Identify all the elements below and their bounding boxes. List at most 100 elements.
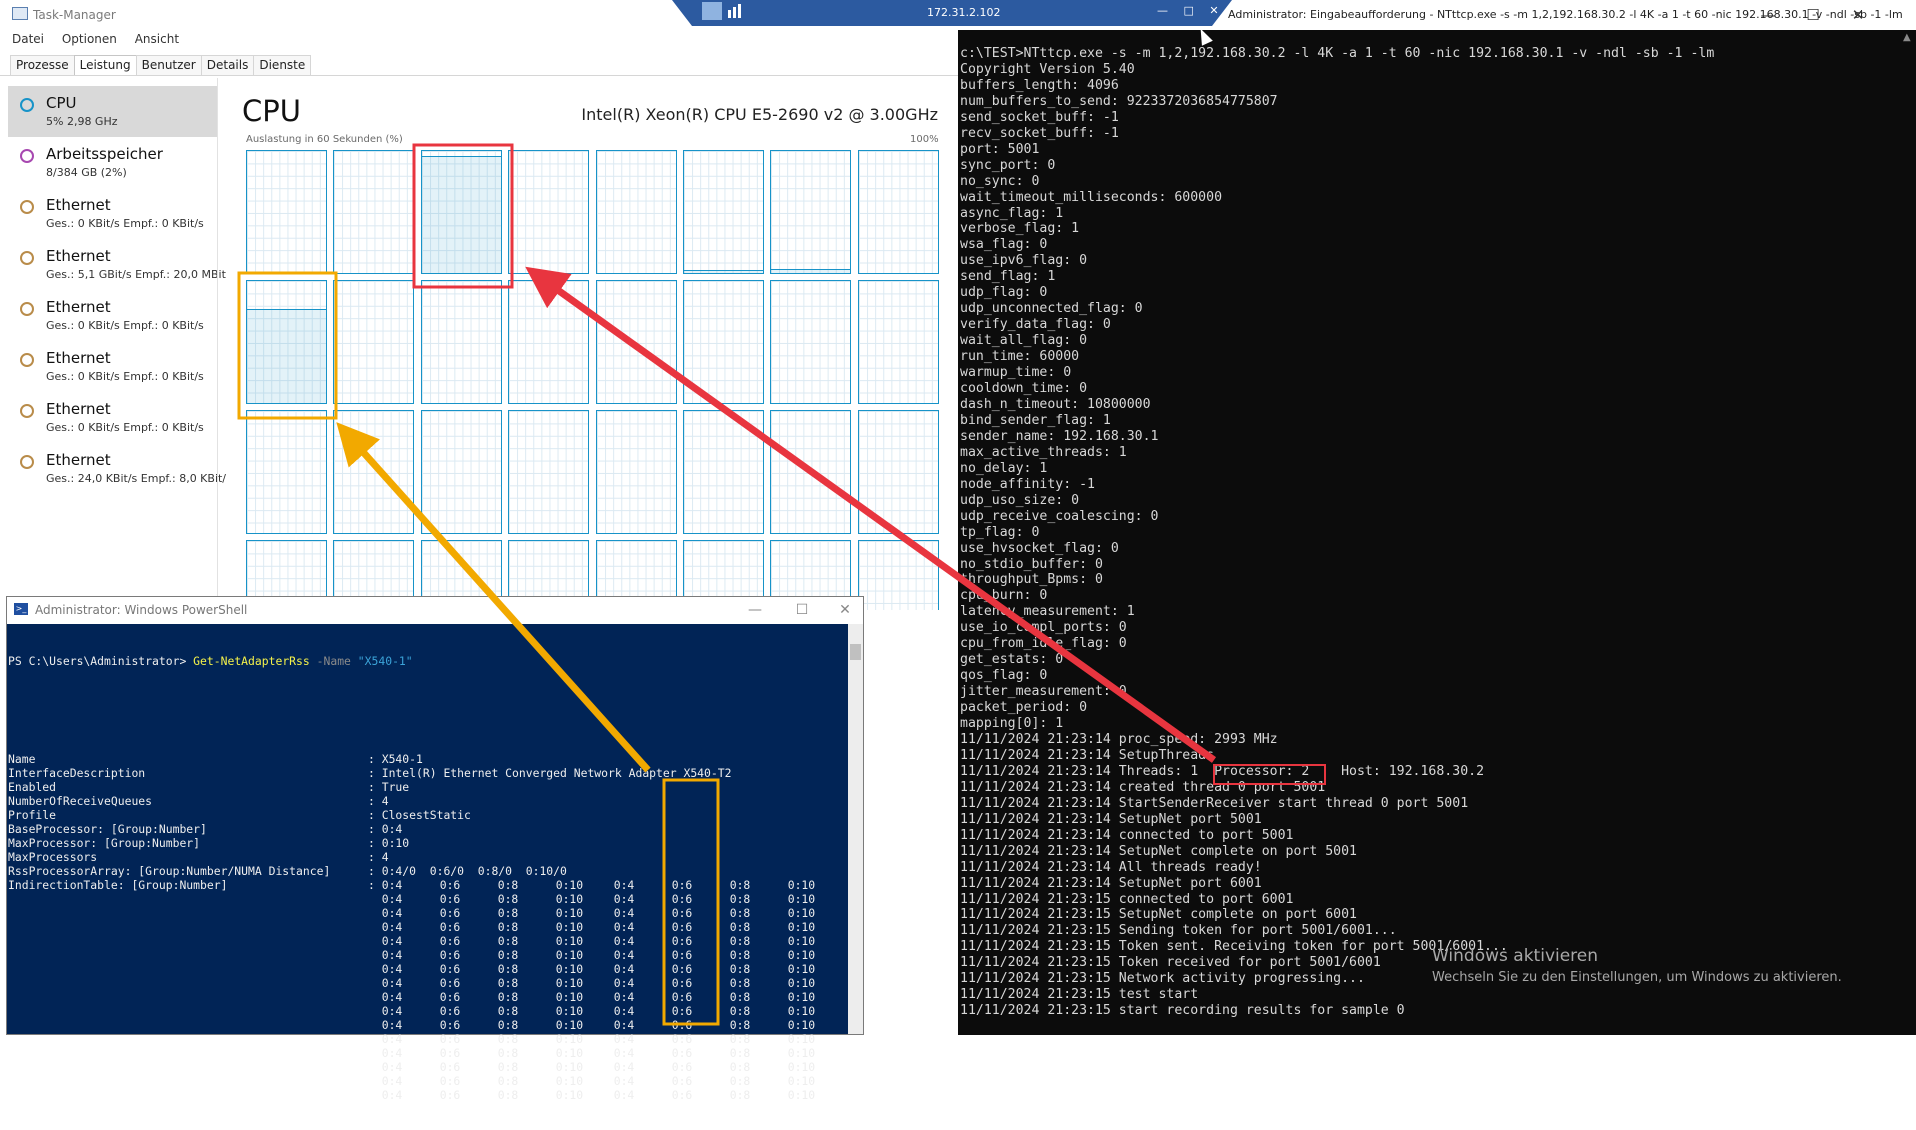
ps-indirection-row: 0:4 0:6 0:8 0:10 0:4 0:6 0:8 0:10 [8,1046,838,1060]
ps-property-key: RssProcessorArray: [Group:Number/NUMA Di… [8,864,331,878]
ps-indirection-cell: 0:6 [439,1046,461,1060]
powershell-titlebar: >_ Administrator: Windows PowerShell — ☐… [7,597,863,624]
ps-indirection-cell: 0:8 [729,892,751,906]
console-line: send_socket_buff: -1 [960,109,1119,125]
console-line: async_flag: 1 [960,205,1064,221]
tab-details[interactable]: Details [200,55,255,75]
performance-sidebar: CPU 5% 2,98 GHz Arbeitsspeicher 8/384 GB (2… [8,86,226,494]
cpu-core-graph [857,280,939,404]
powershell-output[interactable]: PS C:\Users\Administrator> Get-NetAdapte… [8,626,838,1130]
ps-indirection-cell: 0:6 [671,906,693,920]
ps-indirection-cell: 0:6 [439,906,461,920]
remote-desktop-bar[interactable]: 172.31.2.102 — □ ✕ [672,0,1232,26]
sidebar-item-ethernet[interactable]: Ethernet Ges.: 5,1 GBit/s Empf.: 20,0 MBi… [8,239,226,290]
cpu-core-graph [333,150,415,274]
menu-ansicht[interactable]: Ansicht [135,32,179,46]
console-line: warmup_time: 0 [960,365,1072,381]
console-line: verbose_flag: 1 [960,221,1080,237]
ps-maximize-button[interactable]: ☐ [782,599,822,621]
console-line: udp_receive_coalescing: 0 [960,508,1159,524]
rdp-window-buttons[interactable]: — □ ✕ [1157,4,1225,17]
sidebar-item-ethernet[interactable]: Ethernet Ges.: 24,0 KBit/s Empf.: 8,0 KBi… [8,443,226,494]
console-line: cpu_burn: 0 [960,588,1048,604]
sidebar-item-sub: Ges.: 0 KBit/s Empf.: 0 KBit/s [46,217,204,230]
console-line: port: 5001 [960,141,1040,157]
console-line: packet_period: 0 [960,700,1088,716]
cpu-core-graph-grid [246,150,939,610]
ps-indirection-cell: 0:4 [381,962,403,976]
sidebar-item-sub: 8/384 GB (2%) [46,166,127,179]
ps-colon [368,1004,382,1018]
ps-indirection-cell: 0:6 [439,878,461,892]
ps-property-row: Profile: ClosestStatic [8,808,838,822]
ps-property-key: IndirectionTable: [Group:Number] [8,878,228,892]
ps-minimize-button[interactable]: — [735,599,775,621]
status-circle-icon [20,98,34,112]
ps-indirection-cell: 0:4 [381,1088,403,1102]
ps-indirection-row: 0:4 0:6 0:8 0:10 0:4 0:6 0:8 0:10 [8,934,838,948]
console-line: 11/11/2024 21:23:15 test start [960,987,1199,1003]
ps-indirection-cell: 0:4 [613,878,635,892]
menu-datei[interactable]: Datei [12,32,44,46]
ps-indirection-cell: 0:8 [729,976,751,990]
tab-benutzer[interactable]: Benutzer [135,55,202,75]
ps-indirection-cell: 0:8 [497,934,519,948]
cpu-core-graph [420,410,502,534]
console-line: 11/11/2024 21:23:14 Threads: 1 Processor… [960,763,1485,779]
sidebar-item-sub: Ges.: 5,1 GBit/s Empf.: 20,0 MBit [46,268,226,281]
ps-property-key: Profile [8,808,57,822]
maximize-button[interactable]: ☐ [1793,4,1833,26]
task-manager-title: Task-Manager [12,7,116,22]
cpu-core-graph [333,280,415,404]
cpu-core-graph [857,540,939,610]
ps-property-value: True [381,780,410,794]
ps-close-button[interactable]: ✕ [825,599,865,621]
tab-prozesse[interactable]: Prozesse [10,55,75,75]
ps-scrollbar[interactable] [848,624,863,1034]
ps-indirection-cell: 0:10 [787,906,816,920]
tab-leistung[interactable]: Leistung [73,55,137,75]
ps-indirection-cell: 0:4 [381,1060,403,1074]
ps-indirection-cell: 0:8 [729,962,751,976]
sidebar-item-ethernet[interactable]: Ethernet Ges.: 0 KBit/s Empf.: 0 KBit/s [8,392,218,443]
ps-indirection-cell: 0:8 [729,1046,751,1060]
cpu-core-graph [683,150,764,274]
sidebar-item-arbeitsspeicher[interactable]: Arbeitsspeicher 8/384 GB (2%) [8,137,218,188]
console-line: wait_all_flag: 0 [960,333,1088,349]
cpu-core-graph [420,150,502,274]
close-button[interactable]: ✕ [1838,4,1878,26]
console-scrollbar[interactable]: ▲ [1900,30,1916,1035]
sidebar-item-ethernet[interactable]: Ethernet Ges.: 0 KBit/s Empf.: 0 KBit/s [8,290,218,341]
ps-indirection-cell: 0:4 [381,906,403,920]
console-line: no_stdio_buffer: 0 [960,556,1103,572]
cpu-core-graph [508,410,590,534]
ps-indirection-cell: 0:6 [439,1004,461,1018]
scroll-up-icon[interactable]: ▲ [1903,32,1911,43]
ps-colon: : [368,808,382,822]
ps-indirection-cell: 0:6 [671,1088,693,1102]
ps-indirection-cell: 0:10 [555,1060,584,1074]
core-load-area [421,156,501,273]
minimize-button[interactable]: — [1748,4,1788,26]
ps-indirection-cell: 0:10 [787,934,816,948]
sidebar-item-ethernet[interactable]: Ethernet Ges.: 0 KBit/s Empf.: 0 KBit/s [8,341,218,392]
console-output[interactable]: c:\TEST>NTttcp.exe -s -m 1,2,192.168.30.… [960,46,1890,1019]
ps-scroll-thumb[interactable] [850,644,861,660]
cpu-core-graph [595,280,677,404]
ps-indirection-cell: 0:10 [787,1046,816,1060]
ps-indirection-cell: 0:8 [729,1018,751,1032]
ps-indirection-cell: 0:8 [497,1046,519,1060]
sidebar-item-cpu[interactable]: CPU 5% 2,98 GHz [8,86,218,137]
ps-colon [368,892,382,906]
sidebar-item-ethernet[interactable]: Ethernet Ges.: 0 KBit/s Empf.: 0 KBit/s [8,188,218,239]
menu-optionen[interactable]: Optionen [62,32,117,46]
rdp-pin-icon [702,2,722,20]
console-line: throughput_Bpms: 0 [960,572,1103,588]
tab-dienste[interactable]: Dienste [253,55,312,75]
ps-indirection-cell: 0:10 [787,948,816,962]
ps-indirection-cell: 0:4 [381,892,403,906]
ps-indirection-cell: 0:6 [671,976,693,990]
ps-property-key: MaxProcessor: [Group:Number] [8,836,201,850]
ps-indirection-cell: 0:4 [613,1032,635,1046]
ps-indirection-cell: 0:6 [439,962,461,976]
